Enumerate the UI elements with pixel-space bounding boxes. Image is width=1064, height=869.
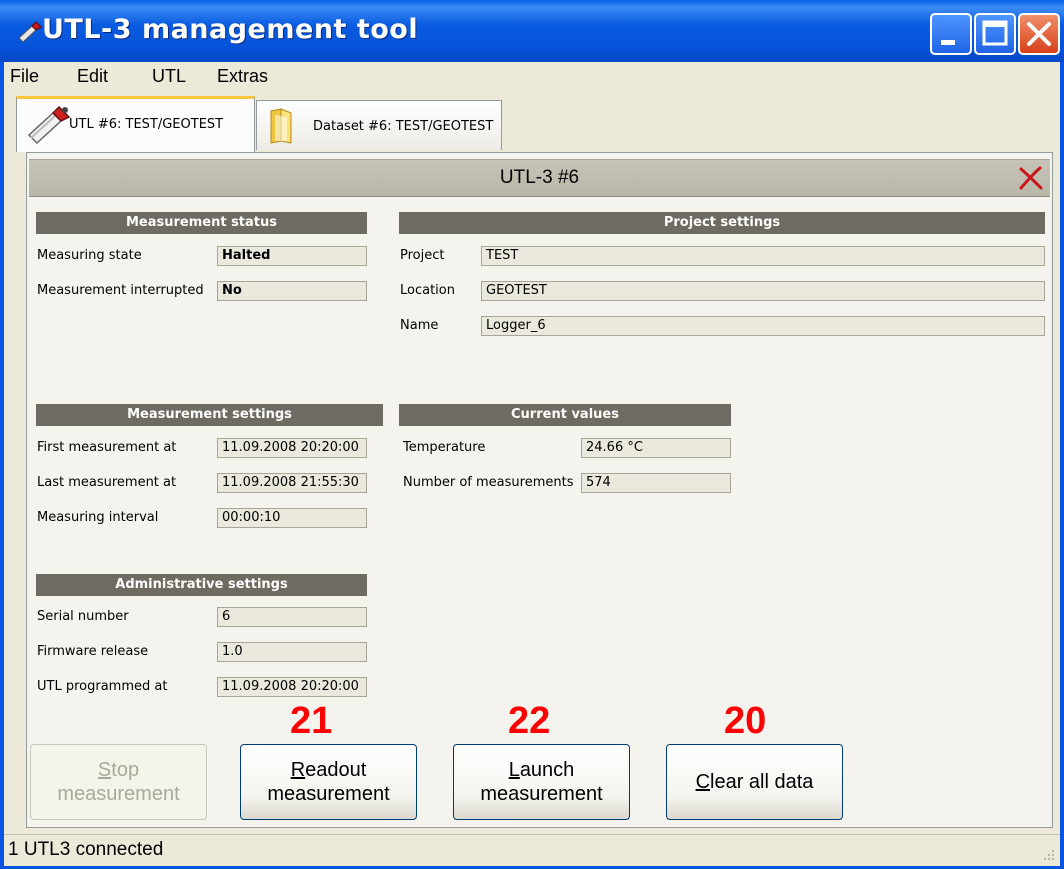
first-measurement-value: 11.09.2008 20:20:00: [217, 438, 367, 458]
serial-number-label: Serial number: [37, 609, 129, 624]
measuring-interval-label: Measuring interval: [37, 510, 159, 525]
menu-bar: File Edit UTL Extras: [4, 62, 1060, 90]
status-text: 1 UTL3 connected: [8, 839, 164, 860]
readout-line2: measurement: [267, 783, 390, 805]
tab-dataset[interactable]: Dataset #6: TEST/GEOTEST: [256, 100, 502, 150]
window-title: UTL-3 management tool: [42, 14, 419, 45]
readout-measurement-button[interactable]: Readout measurement: [240, 744, 417, 820]
readout-line1: eadout: [305, 759, 367, 781]
location-field[interactable]: GEOTEST: [481, 281, 1045, 301]
clear-all-data-button[interactable]: Clear all data: [666, 744, 843, 820]
tab-strip: UTL #6: TEST/GEOTEST Dataset #6: TEST/GE…: [4, 92, 1060, 152]
tab-utl-label: UTL #6: TEST/GEOTEST: [69, 117, 224, 132]
minimize-icon: [941, 40, 955, 45]
utl-programmed-label: UTL programmed at: [37, 679, 168, 694]
tab-dataset-label: Dataset #6: TEST/GEOTEST: [313, 119, 494, 134]
menu-extras[interactable]: Extras: [217, 66, 268, 87]
measuring-state-value: Halted: [217, 246, 367, 266]
maximize-button[interactable]: [974, 13, 1016, 55]
number-of-measurements-value: 574: [581, 473, 731, 493]
measuring-interval-value: 00:00:10: [217, 508, 367, 528]
folder-icon: [270, 108, 292, 144]
annotation-20: 20: [724, 700, 767, 742]
current-values-header: Current values: [399, 404, 731, 426]
launch-mnemonic: L: [508, 759, 520, 781]
logger-icon: [27, 105, 71, 145]
name-field[interactable]: Logger_6: [481, 316, 1045, 336]
measurement-status-header: Measurement status: [36, 212, 367, 234]
menu-file[interactable]: File: [10, 66, 39, 87]
app-window: UTL-3 management tool File Edit UTL Extr…: [0, 0, 1064, 869]
number-of-measurements-label: Number of measurements: [403, 475, 574, 490]
last-measurement-label: Last measurement at: [37, 475, 177, 490]
project-field[interactable]: TEST: [481, 246, 1045, 266]
clear-mnemonic: C: [695, 771, 711, 793]
close-window-button[interactable]: [1018, 13, 1060, 55]
utl-programmed-value: 11.09.2008 20:20:00: [217, 677, 367, 697]
measurement-interrupted-value: No: [217, 281, 367, 301]
maximize-icon: [982, 20, 1008, 46]
measuring-state-label: Measuring state: [37, 248, 142, 263]
status-bar: 1 UTL3 connected: [4, 834, 1060, 866]
menu-utl[interactable]: UTL: [152, 66, 186, 87]
stop-line1: top: [111, 759, 140, 781]
close-page-icon[interactable]: [1018, 166, 1044, 190]
administrative-settings-header: Administrative settings: [36, 574, 367, 596]
readout-mnemonic: R: [290, 759, 306, 781]
first-measurement-label: First measurement at: [37, 440, 177, 455]
tab-utl[interactable]: UTL #6: TEST/GEOTEST: [16, 96, 255, 152]
serial-number-value: 6: [217, 607, 367, 627]
measurement-settings-header: Measurement settings: [36, 404, 383, 426]
name-label: Name: [400, 318, 439, 333]
temperature-label: Temperature: [403, 440, 486, 455]
close-icon: [1027, 22, 1051, 46]
project-settings-header: Project settings: [399, 212, 1045, 234]
title-bar[interactable]: UTL-3 management tool: [0, 0, 1064, 62]
stop-measurement-button[interactable]: Stop measurement: [30, 744, 207, 820]
location-label: Location: [400, 283, 455, 298]
firmware-release-label: Firmware release: [37, 644, 149, 659]
launch-line1: aunch: [519, 759, 575, 781]
launch-measurement-button[interactable]: Launch measurement: [453, 744, 630, 820]
stop-mnemonic: S: [97, 759, 112, 781]
stop-line2: measurement: [57, 783, 180, 805]
annotation-22: 22: [508, 700, 551, 742]
annotation-21: 21: [290, 700, 333, 742]
firmware-release-value: 1.0: [217, 642, 367, 662]
launch-line2: measurement: [480, 783, 603, 805]
minimize-button[interactable]: [930, 13, 972, 55]
temperature-value: 24.66 °C: [581, 438, 731, 458]
app-logger-icon: [18, 21, 42, 42]
resize-grip-icon[interactable]: [1042, 848, 1056, 862]
page-header: UTL-3 #6: [29, 159, 1050, 197]
clear-label: lear all data: [710, 771, 814, 793]
page-title: UTL-3 #6: [499, 167, 580, 188]
last-measurement-value: 11.09.2008 21:55:30: [217, 473, 367, 493]
client-area: File Edit UTL Extras UTL #6: TEST/GEOTES…: [4, 62, 1060, 866]
measurement-interrupted-label: Measurement interrupted: [37, 283, 204, 298]
menu-edit[interactable]: Edit: [77, 66, 108, 87]
project-label: Project: [400, 248, 445, 263]
